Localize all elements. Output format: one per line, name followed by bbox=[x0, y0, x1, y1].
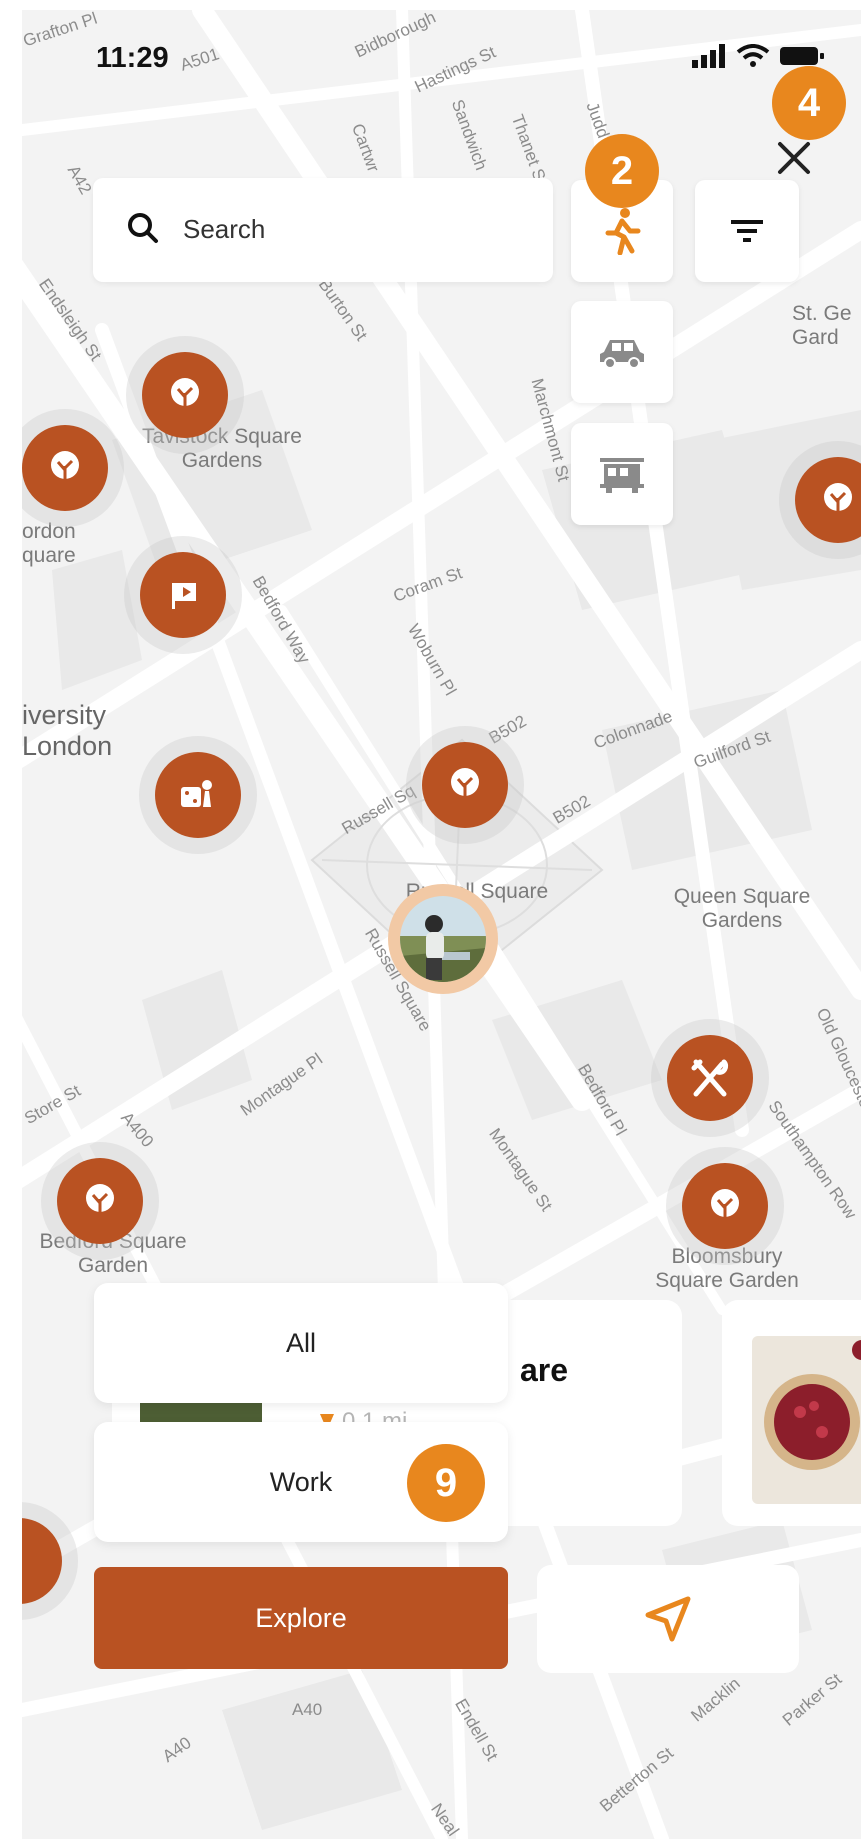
restaurant-pin[interactable] bbox=[667, 1035, 753, 1121]
restaurant-icon bbox=[691, 1059, 729, 1097]
games-pin[interactable] bbox=[155, 752, 241, 838]
step-badge-2: 2 bbox=[585, 134, 659, 208]
car-mode-button[interactable] bbox=[571, 301, 673, 403]
map-label-bloomsbury-square: Bloomsbury Square Garden bbox=[655, 1245, 799, 1292]
park-pin[interactable] bbox=[422, 742, 508, 828]
landmark-pin[interactable] bbox=[140, 552, 226, 638]
search-placeholder: Search bbox=[183, 214, 266, 244]
phone-screen: Tavistock Square Gardens ordon quare ive… bbox=[22, 10, 861, 1839]
close-icon[interactable] bbox=[776, 140, 812, 176]
step-badge-4: 4 bbox=[772, 66, 846, 140]
user-location-avatar[interactable] bbox=[388, 884, 498, 994]
map-label-queen-square: Queen Square Gardens bbox=[673, 885, 811, 932]
place-card[interactable] bbox=[722, 1300, 861, 1526]
transit-mode-button[interactable] bbox=[571, 423, 673, 525]
park-pin[interactable] bbox=[142, 352, 228, 438]
tree-icon bbox=[824, 483, 852, 516]
place-card-image bbox=[752, 1336, 861, 1504]
map-label-university: iversity London bbox=[22, 700, 113, 761]
map-label-st-george: St. Ge Gard bbox=[792, 302, 852, 349]
park-pin[interactable] bbox=[22, 425, 108, 511]
search-bar[interactable]: Search bbox=[93, 178, 553, 282]
tree-icon bbox=[86, 1184, 114, 1217]
status-time: 11:29 bbox=[96, 42, 169, 74]
status-bar: 11:29 bbox=[22, 10, 861, 110]
my-location-button[interactable] bbox=[537, 1565, 799, 1673]
map-label-gordon-square: ordon quare bbox=[22, 520, 76, 567]
wifi-icon bbox=[737, 44, 770, 67]
navigation-arrow-icon bbox=[645, 1596, 691, 1642]
filter-icon bbox=[731, 220, 763, 242]
tree-icon bbox=[451, 768, 479, 801]
tram-icon bbox=[600, 458, 644, 493]
street-label: A40 bbox=[292, 1700, 323, 1719]
place-card-title: are bbox=[520, 1352, 569, 1388]
explore-button[interactable]: Explore bbox=[94, 1567, 508, 1669]
filter-button[interactable] bbox=[695, 180, 799, 282]
step-badge-9: 9 bbox=[407, 1444, 485, 1522]
avatar bbox=[400, 896, 486, 982]
search-icon bbox=[128, 213, 158, 243]
car-icon bbox=[600, 340, 644, 369]
tree-icon bbox=[171, 378, 199, 411]
walking-icon bbox=[605, 208, 641, 255]
park-pin[interactable] bbox=[682, 1163, 768, 1249]
park-pin[interactable] bbox=[57, 1158, 143, 1244]
battery-icon bbox=[779, 47, 824, 65]
flag-icon bbox=[172, 583, 196, 609]
filter-option-all[interactable]: All bbox=[94, 1283, 508, 1403]
signal-icon bbox=[692, 44, 725, 68]
games-icon bbox=[181, 780, 212, 807]
tree-icon bbox=[51, 451, 79, 484]
tree-icon bbox=[711, 1189, 739, 1222]
